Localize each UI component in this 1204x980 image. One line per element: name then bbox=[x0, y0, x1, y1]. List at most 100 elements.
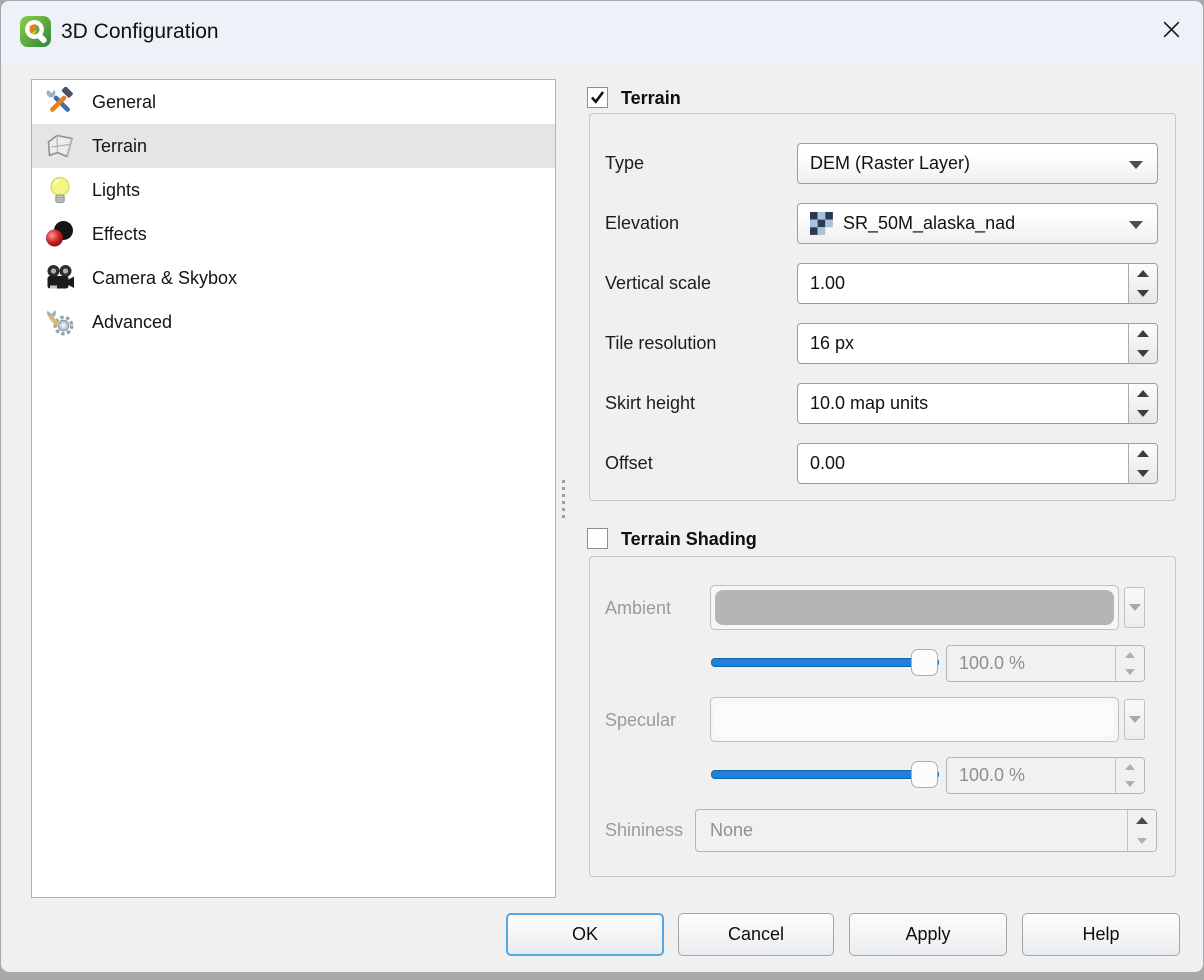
arrow-up-icon bbox=[1137, 390, 1149, 397]
type-combobox[interactable]: DEM (Raster Layer) bbox=[797, 143, 1158, 184]
chevron-down-icon bbox=[1129, 221, 1143, 229]
sidebar-item-label: Effects bbox=[92, 224, 147, 245]
splitter-handle[interactable] bbox=[558, 477, 568, 521]
spin-buttons bbox=[1115, 758, 1144, 793]
slider-track bbox=[711, 658, 939, 667]
spin-buttons bbox=[1128, 384, 1157, 423]
settings-category-list: General Terrain Lights bbox=[31, 79, 556, 898]
spin-down-button bbox=[1116, 664, 1144, 682]
sidebar-item-label: Terrain bbox=[92, 136, 147, 157]
arrow-down-icon bbox=[1137, 470, 1149, 477]
ambient-intensity-slider bbox=[711, 649, 939, 676]
sidebar-item-label: Camera & Skybox bbox=[92, 268, 237, 289]
elevation-value: SR_50M_alaska_nad bbox=[843, 213, 1015, 234]
terrain-shading-checkbox[interactable] bbox=[587, 528, 608, 549]
shininess-spinbox: None bbox=[695, 809, 1157, 852]
3d-configuration-dialog: 3D Configuration General Terrain bbox=[0, 0, 1204, 973]
elevation-label: Elevation bbox=[605, 203, 679, 244]
skirt-height-label: Skirt height bbox=[605, 383, 695, 424]
titlebar: 3D Configuration bbox=[1, 1, 1203, 63]
spin-down-button bbox=[1128, 831, 1156, 852]
arrow-down-icon bbox=[1125, 669, 1135, 675]
sidebar-item-camera-skybox[interactable]: Camera & Skybox bbox=[32, 256, 555, 300]
ambient-intensity-spinbox: 100.0 % bbox=[946, 645, 1145, 682]
sidebar-item-label: Advanced bbox=[92, 312, 172, 333]
arrow-down-icon bbox=[1137, 410, 1149, 417]
specular-color-swatch bbox=[715, 702, 1114, 737]
slider-handle bbox=[911, 761, 938, 788]
close-button[interactable] bbox=[1153, 14, 1189, 50]
spin-buttons bbox=[1128, 324, 1157, 363]
spheres-icon bbox=[45, 219, 75, 249]
window-title: 3D Configuration bbox=[61, 1, 219, 63]
arrow-down-icon bbox=[1125, 781, 1135, 787]
vertical-scale-spinbox[interactable]: 1.00 bbox=[797, 263, 1158, 304]
ambient-color-swatch bbox=[715, 590, 1114, 625]
sidebar-item-general[interactable]: General bbox=[32, 80, 555, 124]
tools-icon bbox=[45, 87, 75, 117]
apply-button[interactable]: Apply bbox=[849, 913, 1007, 956]
help-button[interactable]: Help bbox=[1022, 913, 1180, 956]
spin-down-button[interactable] bbox=[1129, 344, 1157, 364]
slider-handle bbox=[911, 649, 938, 676]
skirt-height-value: 10.0 map units bbox=[810, 384, 928, 423]
raster-layer-icon bbox=[810, 212, 833, 235]
offset-spinbox[interactable]: 0.00 bbox=[797, 443, 1158, 484]
bulb-icon bbox=[45, 175, 75, 205]
chevron-down-icon bbox=[1129, 604, 1141, 611]
map-icon bbox=[45, 131, 75, 161]
elevation-combobox[interactable]: SR_50M_alaska_nad bbox=[797, 203, 1158, 244]
arrow-up-icon bbox=[1137, 330, 1149, 337]
type-value: DEM (Raster Layer) bbox=[810, 153, 970, 174]
ambient-intensity-value: 100.0 % bbox=[959, 646, 1025, 681]
spin-down-button[interactable] bbox=[1129, 404, 1157, 424]
arrow-up-icon bbox=[1125, 764, 1135, 770]
qgis-logo-icon bbox=[20, 16, 51, 47]
spin-down-button bbox=[1116, 776, 1144, 794]
ok-button[interactable]: OK bbox=[506, 913, 664, 956]
camera-icon bbox=[45, 263, 75, 293]
cancel-button[interactable]: Cancel bbox=[678, 913, 834, 956]
terrain-checkbox[interactable] bbox=[587, 87, 608, 108]
sidebar-item-terrain[interactable]: Terrain bbox=[32, 124, 555, 168]
arrow-up-icon bbox=[1137, 270, 1149, 277]
spin-up-button[interactable] bbox=[1129, 324, 1157, 344]
spin-up-button bbox=[1116, 758, 1144, 776]
slider-track bbox=[711, 770, 939, 779]
spin-down-button[interactable] bbox=[1129, 464, 1157, 484]
gear-wrench-icon bbox=[45, 307, 75, 337]
spin-buttons bbox=[1128, 264, 1157, 303]
offset-label: Offset bbox=[605, 443, 653, 484]
arrow-up-icon bbox=[1137, 450, 1149, 457]
arrow-down-icon bbox=[1137, 290, 1149, 297]
sidebar-item-label: Lights bbox=[92, 180, 140, 201]
spin-buttons bbox=[1115, 646, 1144, 681]
spin-up-button bbox=[1116, 646, 1144, 664]
spin-buttons bbox=[1128, 444, 1157, 483]
checkmark-icon bbox=[589, 89, 606, 106]
offset-value: 0.00 bbox=[810, 444, 845, 483]
spin-down-button[interactable] bbox=[1129, 284, 1157, 304]
specular-color-menu-button bbox=[1124, 699, 1145, 740]
close-icon bbox=[1160, 18, 1183, 46]
spin-up-button[interactable] bbox=[1129, 264, 1157, 284]
spin-up-button bbox=[1128, 810, 1156, 831]
spin-up-button[interactable] bbox=[1129, 384, 1157, 404]
skirt-height-spinbox[interactable]: 10.0 map units bbox=[797, 383, 1158, 424]
terrain-shading-group-title: Terrain Shading bbox=[621, 518, 757, 560]
tile-resolution-spinbox[interactable]: 16 px bbox=[797, 323, 1158, 364]
specular-intensity-spinbox: 100.0 % bbox=[946, 757, 1145, 794]
sidebar-item-advanced[interactable]: Advanced bbox=[32, 300, 555, 344]
specular-intensity-slider bbox=[711, 761, 939, 788]
arrow-up-icon bbox=[1136, 817, 1148, 824]
ambient-color-button bbox=[710, 585, 1119, 630]
sidebar-item-lights[interactable]: Lights bbox=[32, 168, 555, 212]
specular-color-button bbox=[710, 697, 1119, 742]
vertical-scale-value: 1.00 bbox=[810, 264, 845, 303]
spin-up-button[interactable] bbox=[1129, 444, 1157, 464]
sidebar-item-effects[interactable]: Effects bbox=[32, 212, 555, 256]
sidebar-item-label: General bbox=[92, 92, 156, 113]
vertical-scale-label: Vertical scale bbox=[605, 263, 711, 304]
tile-resolution-label: Tile resolution bbox=[605, 323, 716, 364]
chevron-down-icon bbox=[1129, 716, 1141, 723]
